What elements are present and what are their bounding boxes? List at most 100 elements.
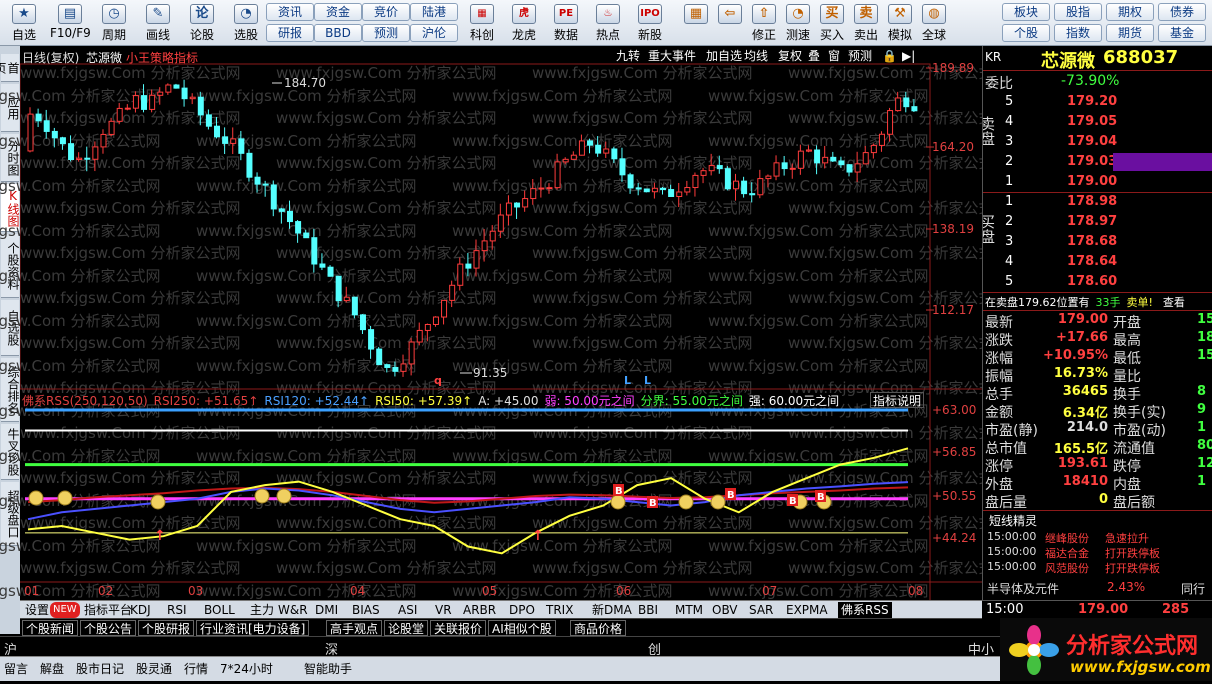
ask-price[interactable]: 179.04 <box>1067 134 1117 149</box>
footer-item-1[interactable]: 解盘 <box>38 660 66 678</box>
bid-price[interactable]: 178.60 <box>1067 274 1117 289</box>
chart-btn-2[interactable]: 加自选 <box>704 48 744 64</box>
indicator-tab-4[interactable]: RSI <box>164 602 190 618</box>
footer-item-5[interactable]: 7*24小时 <box>218 660 275 678</box>
next-icon[interactable]: ▶| <box>900 48 917 64</box>
indicator-tab-13[interactable]: DPO <box>506 602 538 618</box>
chart-btn-1[interactable]: 重大事件 <box>646 48 698 64</box>
quick-btn-预测[interactable]: 预测 <box>362 24 410 42</box>
indicator-tab-12[interactable]: ARBR <box>460 602 499 618</box>
kline-chart-panel[interactable]: www.fxjgsw.Com 分析家公式网 www.fxjgsw.Com 分析家公… <box>0 46 1009 600</box>
news-tab-7[interactable]: AI相似个股 <box>488 620 556 636</box>
indicator-tab-16[interactable]: BBI <box>635 602 661 618</box>
indicator-tab-21[interactable]: 佛系RSS <box>838 602 892 618</box>
toolbar3-btn-0[interactable]: ▦ <box>680 2 712 44</box>
indicator-tab-15[interactable]: 新DMA <box>589 602 635 618</box>
left-tab-0[interactable]: 首页 <box>0 54 20 82</box>
kline-chart-svg[interactable]: 189.89164.20138.19112.17184.7091.35q L L+6… <box>20 46 982 600</box>
footer-item-0[interactable]: 留言 <box>2 660 30 678</box>
indicator-tab-6[interactable]: 主力 <box>247 602 277 618</box>
toolbar3-btn-1[interactable]: ⇦ <box>714 2 746 44</box>
toolbar-btn-0[interactable]: ★ 自选 <box>4 2 44 44</box>
market-btn-指数[interactable]: 指数 <box>1054 24 1102 42</box>
toolbar-btn-3[interactable]: ✎ 画线 <box>138 2 178 44</box>
bid-price[interactable]: 178.64 <box>1067 254 1117 269</box>
sprite-stock[interactable]: 风范股份 <box>1045 560 1089 576</box>
chart-btn-0[interactable]: 九转 <box>614 48 642 64</box>
indicator-tab-20[interactable]: EXPMA <box>783 602 831 618</box>
left-tab-6[interactable]: 综合排名 <box>1 358 20 422</box>
left-tab-3[interactable]: K线图 <box>1 184 20 232</box>
left-tab-2[interactable]: 分时图 <box>1 134 20 182</box>
footer-item-4[interactable]: 行情 <box>182 660 210 678</box>
news-tab-1[interactable]: 个股公告 <box>80 620 137 636</box>
quick-btn-资金[interactable]: 资金 <box>314 3 362 21</box>
lock-icon[interactable]: 🔒 <box>880 48 899 64</box>
ask-price[interactable]: 179.00 <box>1067 174 1117 189</box>
toolbar-btn-4[interactable]: 论论股 <box>182 2 222 44</box>
indicator-tab-10[interactable]: ASI <box>395 602 420 618</box>
sprite-stock[interactable]: 继峰股份 <box>1045 530 1089 546</box>
news-tab-6[interactable]: 关联报价 <box>430 620 487 636</box>
chart-btn-3[interactable]: 均线 <box>742 48 770 64</box>
sector-link[interactable]: 同行业 <box>1181 580 1212 600</box>
indicator-tab-14[interactable]: TRIX <box>543 602 576 618</box>
ask-price[interactable]: 179.20 <box>1067 94 1117 109</box>
left-tab-1[interactable]: 应用 <box>1 84 20 132</box>
new-badge[interactable]: NEW <box>50 602 80 618</box>
toolbar2-btn-1[interactable]: 虎龙虎 <box>504 2 544 44</box>
indicator-tab-0[interactable]: 设置 <box>22 602 52 618</box>
indicator-tab-5[interactable]: BOLL <box>201 602 238 618</box>
chart-btn-4[interactable]: 复权 <box>776 48 804 64</box>
toolbar3-btn-4[interactable]: 买买入 <box>816 2 848 44</box>
quick-btn-沪伦[interactable]: 沪伦 <box>410 24 458 42</box>
toolbar2-btn-2[interactable]: PE 数据 <box>546 2 586 44</box>
indicator-help-button[interactable]: 指标说明 <box>870 392 925 408</box>
quick-btn-BBD[interactable]: BBD <box>314 24 362 42</box>
news-tab-8[interactable]: 商品价格 <box>570 620 627 636</box>
ask-price[interactable]: 179.03 <box>1067 154 1117 169</box>
market-btn-债券[interactable]: 债券 <box>1158 3 1206 21</box>
quick-btn-资讯[interactable]: 资讯 <box>266 3 314 21</box>
news-tab-5[interactable]: 论股堂 <box>384 620 429 636</box>
left-tab-5[interactable]: 自选股 <box>1 300 20 356</box>
market-btn-基金[interactable]: 基金 <box>1158 24 1206 42</box>
left-tab-7[interactable]: 牛叉诊股 <box>1 424 20 480</box>
indicator-tab-19[interactable]: SAR <box>746 602 776 618</box>
indicator-tab-7[interactable]: W&R <box>275 602 311 618</box>
ask-price[interactable]: 179.05 <box>1067 114 1117 129</box>
footer-item-3[interactable]: 股灵通 <box>134 660 174 678</box>
indicator-tab-11[interactable]: VR <box>432 602 455 618</box>
indicator-tab-3[interactable]: KDJ <box>127 602 154 618</box>
indicator-tab-8[interactable]: DMI <box>312 602 341 618</box>
toolbar-btn-5[interactable]: ◔ 选股 <box>226 2 266 44</box>
indicator-tab-18[interactable]: OBV <box>709 602 741 618</box>
footer-item-2[interactable]: 股市日记 <box>74 660 126 678</box>
news-tab-3[interactable]: 行业资讯[电力设备] <box>196 620 310 636</box>
toolbar3-btn-3[interactable]: ◔ 测速 <box>782 2 814 44</box>
bid-price[interactable]: 178.68 <box>1067 234 1117 249</box>
toolbar3-btn-2[interactable]: ⇧ 修正 <box>748 2 780 44</box>
toolbar-btn-1[interactable]: ▤ F10/F9 <box>50 2 91 44</box>
toolbar3-btn-6[interactable]: ⚒ 模拟 <box>884 2 916 44</box>
quick-btn-陆港[interactable]: 陆港 <box>410 3 458 21</box>
footer-item-6[interactable]: 智能助手 <box>302 660 354 678</box>
quick-btn-竞价[interactable]: 竞价 <box>362 3 410 21</box>
toolbar3-btn-5[interactable]: 卖卖出 <box>850 2 882 44</box>
chart-btn-5[interactable]: 叠 <box>806 48 822 64</box>
sector-name[interactable]: 半导体及元件 <box>987 580 1059 597</box>
left-tab-8[interactable]: 超级盘口 <box>1 482 20 546</box>
market-btn-个股[interactable]: 个股 <box>1002 24 1050 42</box>
news-tab-4[interactable]: 高手观点 <box>326 620 383 636</box>
indicator-tab-17[interactable]: MTM <box>672 602 706 618</box>
toolbar2-btn-0[interactable]: ▦ 科创 <box>462 2 502 44</box>
left-tab-4[interactable]: 个股资料 <box>1 234 20 298</box>
market-btn-股指[interactable]: 股指 <box>1054 3 1102 21</box>
bid-price[interactable]: 178.97 <box>1067 214 1117 229</box>
toolbar3-btn-7[interactable]: ◍ 全球 <box>918 2 950 44</box>
market-btn-期货[interactable]: 期货 <box>1106 24 1154 42</box>
market-btn-板块[interactable]: 板块 <box>1002 3 1050 21</box>
sprite-stock[interactable]: 福达合金 <box>1045 545 1089 561</box>
bid-price[interactable]: 178.98 <box>1067 194 1117 209</box>
news-tab-0[interactable]: 个股新闻 <box>22 620 79 636</box>
